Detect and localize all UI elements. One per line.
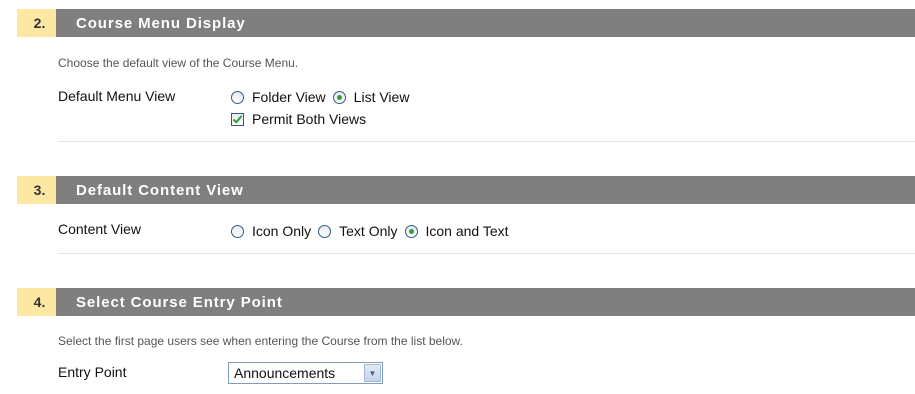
section-header-default-content-view: 3. Default Content View <box>17 176 915 204</box>
chevron-down-icon[interactable]: ▼ <box>364 364 381 382</box>
text-only-radio[interactable] <box>318 224 332 238</box>
permit-both-views-checkbox[interactable] <box>231 112 244 126</box>
entry-point-select[interactable]: Announcements ▼ <box>228 362 383 384</box>
field-label-default-menu-view: Default Menu View <box>58 88 176 104</box>
list-view-label: List View <box>353 89 410 105</box>
list-view-radio[interactable] <box>332 90 346 104</box>
icon-and-text-option[interactable]: Icon and Text <box>404 223 509 239</box>
section-header-select-course-entry-point: 4. Select Course Entry Point <box>17 288 915 316</box>
field-label-content-view: Content View <box>58 221 142 237</box>
section-divider <box>58 141 915 142</box>
permit-both-views-label: Permit Both Views <box>252 111 367 127</box>
step-number: 2. <box>17 9 56 37</box>
section-instructions: Select the first page users see when ent… <box>58 334 463 348</box>
icon-and-text-radio[interactable] <box>404 224 418 238</box>
section-divider <box>58 253 915 254</box>
folder-view-label: Folder View <box>252 89 326 105</box>
folder-view-radio[interactable] <box>231 90 244 104</box>
content-view-controls: Icon Only Text Only Icon and Text <box>231 220 516 242</box>
section-instructions: Choose the default view of the Course Me… <box>58 56 299 70</box>
permit-both-views-option[interactable]: Permit Both Views <box>231 111 366 127</box>
step-number: 3. <box>17 176 56 204</box>
entry-point-selected-value: Announcements <box>234 365 336 381</box>
section-title: Select Course Entry Point <box>76 293 283 311</box>
list-view-option[interactable]: List View <box>332 89 410 105</box>
folder-view-option[interactable]: Folder View <box>231 89 326 105</box>
section-title: Default Content View <box>76 181 244 199</box>
course-settings-page: 2. Course Menu Display Choose the defaul… <box>0 0 915 394</box>
default-menu-view-controls: Folder View List View Permit Both Views <box>231 86 416 130</box>
section-title: Course Menu Display <box>76 14 246 32</box>
icon-only-radio[interactable] <box>231 224 244 238</box>
text-only-option[interactable]: Text Only <box>318 223 398 239</box>
section-header-course-menu-display: 2. Course Menu Display <box>17 9 915 37</box>
icon-only-option[interactable]: Icon Only <box>231 223 311 239</box>
icon-and-text-label: Icon and Text <box>425 223 509 239</box>
text-only-label: Text Only <box>339 223 398 239</box>
icon-only-label: Icon Only <box>252 223 312 239</box>
field-label-entry-point: Entry Point <box>58 364 127 380</box>
step-number: 4. <box>17 288 56 316</box>
